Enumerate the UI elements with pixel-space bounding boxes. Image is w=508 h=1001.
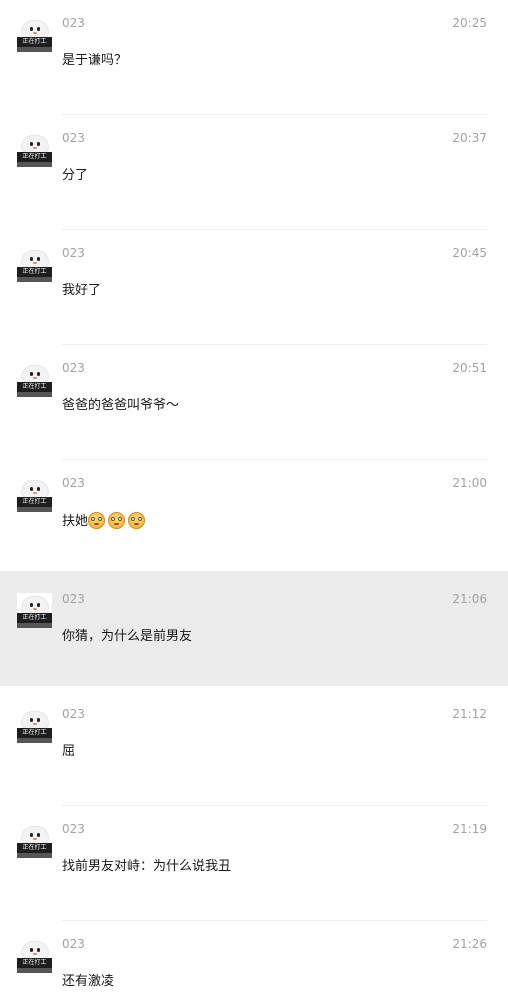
message-time: 21:12 <box>452 707 487 721</box>
message-item[interactable]: 正在打工 023 20:45 我好了 <box>0 230 508 345</box>
flushed-face-emoji-icon <box>128 512 146 529</box>
sender-name: 023 <box>62 937 85 951</box>
message-time: 20:45 <box>452 246 487 260</box>
message-list: 正在打工 023 20:25 是于谦吗？ 正在打工 023 20:37 分了 正… <box>0 0 508 1001</box>
message-text: 找前男友对峙：为什么说我丑 <box>62 859 232 874</box>
message-time: 20:51 <box>452 361 487 375</box>
sender-name: 023 <box>62 476 85 490</box>
message-text: 是于谦吗？ <box>62 53 128 68</box>
message-item[interactable]: 正在打工 023 21:00 扶她 <box>0 460 508 575</box>
avatar[interactable]: 正在打工 <box>17 708 52 743</box>
sender-name: 023 <box>62 246 85 260</box>
message-time: 21:00 <box>452 476 487 490</box>
sender-name: 023 <box>62 592 85 606</box>
sender-name: 023 <box>62 131 85 145</box>
avatar-caption: 正在打工 <box>17 267 52 277</box>
message-item[interactable]: 正在打工 023 20:25 是于谦吗？ <box>0 0 508 115</box>
message-time: 20:25 <box>452 16 487 30</box>
message-text: 爸爸的爸爸叫爷爷～ <box>62 398 180 413</box>
sender-name: 023 <box>62 361 85 375</box>
flushed-face-emoji-icon <box>108 512 126 529</box>
avatar[interactable]: 正在打工 <box>17 477 52 512</box>
message-item-selected[interactable]: 正在打工 023 21:06 你猜，为什么是前男友 <box>0 571 508 686</box>
avatar-caption: 正在打工 <box>17 613 52 623</box>
message-item[interactable]: 正在打工 023 20:51 爸爸的爸爸叫爷爷～ <box>0 345 508 460</box>
message-time: 21:26 <box>452 937 487 951</box>
message-item[interactable]: 正在打工 023 21:19 找前男友对峙：为什么说我丑 <box>0 806 508 921</box>
message-text: 扶她 <box>62 514 89 529</box>
message-text: 分了 <box>62 168 89 183</box>
message-time: 21:06 <box>452 592 487 606</box>
message-item[interactable]: 正在打工 023 21:12 屈 <box>0 691 508 806</box>
message-item[interactable]: 正在打工 023 21:26 还有激凌 <box>0 921 508 1001</box>
avatar[interactable]: 正在打工 <box>17 362 52 397</box>
sender-name: 023 <box>62 707 85 721</box>
avatar[interactable]: 正在打工 <box>17 593 52 628</box>
avatar[interactable]: 正在打工 <box>17 17 52 52</box>
avatar-caption: 正在打工 <box>17 728 52 738</box>
avatar-caption: 正在打工 <box>17 958 52 968</box>
avatar-caption: 正在打工 <box>17 497 52 507</box>
avatar-caption: 正在打工 <box>17 843 52 853</box>
message-text: 我好了 <box>62 283 102 298</box>
avatar[interactable]: 正在打工 <box>17 247 52 282</box>
avatar-caption: 正在打工 <box>17 382 52 392</box>
sender-name: 023 <box>62 16 85 30</box>
avatar[interactable]: 正在打工 <box>17 132 52 167</box>
message-time: 21:19 <box>452 822 487 836</box>
avatar[interactable]: 正在打工 <box>17 823 52 858</box>
message-text: 还有激凌 <box>62 974 115 989</box>
message-item[interactable]: 正在打工 023 20:37 分了 <box>0 115 508 230</box>
sender-name: 023 <box>62 822 85 836</box>
avatar[interactable]: 正在打工 <box>17 938 52 973</box>
avatar-caption: 正在打工 <box>17 152 52 162</box>
message-text: 你猜，为什么是前男友 <box>62 629 193 644</box>
avatar-caption: 正在打工 <box>17 37 52 47</box>
message-text: 屈 <box>62 744 76 759</box>
flushed-face-emoji-icon <box>88 512 106 529</box>
message-time: 20:37 <box>452 131 487 145</box>
message-content: 扶她 <box>62 512 148 531</box>
